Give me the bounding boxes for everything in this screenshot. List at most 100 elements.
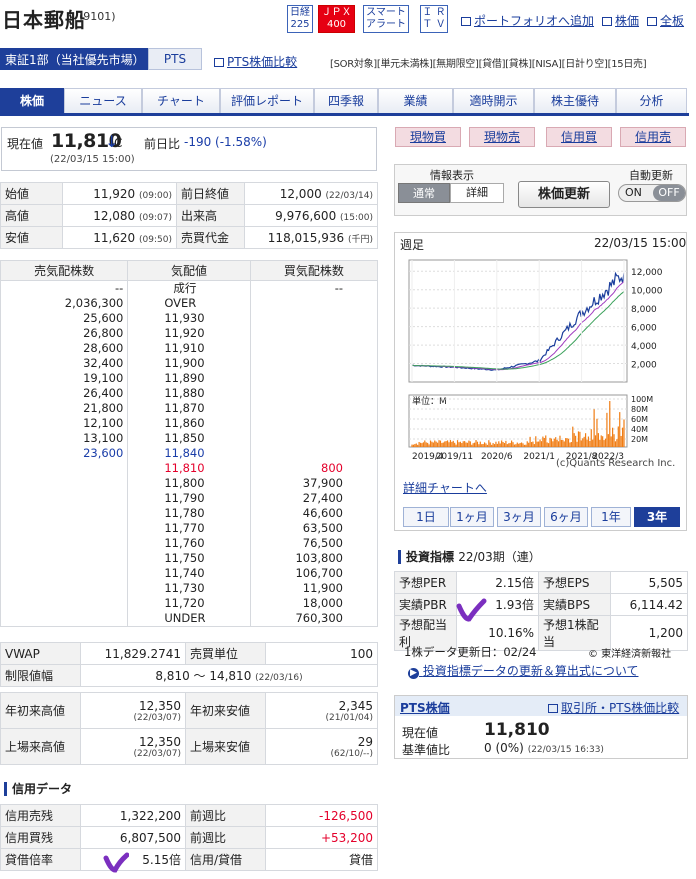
bid-qty bbox=[249, 446, 379, 461]
volume-bar bbox=[610, 436, 612, 447]
spot-buy-button[interactable]: 現物買 bbox=[395, 127, 461, 147]
pts-compare-link[interactable]: 取引所・PTS株価比較 bbox=[548, 699, 679, 716]
x-tick-label: 2019/11 bbox=[436, 452, 473, 462]
stat-number: 12,080 bbox=[93, 208, 136, 223]
period-button-0[interactable]: 1日 bbox=[403, 507, 449, 527]
volume-bar bbox=[565, 438, 567, 447]
ask-qty bbox=[0, 581, 129, 596]
volume-bar bbox=[469, 441, 471, 447]
add-portfolio-link[interactable]: ポートフォリオへ追加 bbox=[461, 12, 594, 29]
book-row: 11,780 46,600 bbox=[0, 506, 379, 521]
jpx400-button[interactable]: ＪＰＸ 400 bbox=[318, 5, 355, 33]
bid-qty: 37,900 bbox=[249, 476, 379, 491]
bid-qty: 76,500 bbox=[249, 536, 379, 551]
stat-time: (09:07) bbox=[139, 212, 172, 223]
pts-title-link[interactable]: PTS株価 bbox=[400, 699, 450, 716]
volume-bar bbox=[597, 433, 599, 447]
tab-1[interactable]: ニュース bbox=[64, 88, 142, 113]
detail-toggle[interactable]: 詳細 bbox=[450, 183, 504, 203]
margin-sell-button[interactable]: 信用売 bbox=[620, 127, 686, 147]
pts-compare-label: PTS株価比較 bbox=[227, 55, 298, 69]
pts-compare-link[interactable]: PTS株価比較 bbox=[214, 53, 297, 70]
volume-bar bbox=[429, 440, 432, 447]
y-tick-label: 2,000 bbox=[631, 361, 657, 371]
volume-bar bbox=[602, 436, 604, 447]
limit-value: 8,810 〜 14,810 bbox=[155, 669, 252, 683]
check-mark-icon bbox=[456, 598, 487, 622]
alert-label: アラート bbox=[366, 19, 406, 30]
volume-bar bbox=[424, 440, 426, 447]
price-chart[interactable]: 12,000 10,000 8,000 6,000 4,000 2,000 単位：M 100M… bbox=[407, 258, 685, 468]
jpx-num: 400 bbox=[326, 19, 347, 30]
volume-bar bbox=[468, 440, 470, 447]
chart-period: 週足 bbox=[400, 238, 425, 252]
volume-bar bbox=[549, 437, 551, 447]
normal-toggle[interactable]: 通常 bbox=[398, 183, 450, 203]
period-button-4[interactable]: 1年 bbox=[591, 507, 631, 527]
vwap-label: VWAP bbox=[0, 642, 81, 665]
ask-qty bbox=[0, 536, 129, 551]
ask-qty: 19,100 bbox=[0, 371, 129, 386]
stat-label: 安値 bbox=[0, 226, 63, 249]
irtv-button[interactable]: Ｉ ＲＴ Ｖ bbox=[420, 5, 448, 33]
book-row: 11,740 106,700 bbox=[0, 566, 379, 581]
limit-date: (22/03/16) bbox=[255, 673, 303, 683]
tab-4[interactable]: 四季報 bbox=[314, 88, 378, 113]
price-refresh-button[interactable]: 株価更新 bbox=[518, 181, 610, 208]
volume-bar bbox=[592, 439, 594, 447]
volume-bar bbox=[550, 438, 553, 447]
quote-price: 11,860 bbox=[127, 416, 251, 431]
volume-bar bbox=[510, 440, 513, 447]
invest-period: 22/03期（連） bbox=[458, 550, 541, 564]
volume-bar bbox=[529, 436, 531, 447]
chart-time: 22/03/15 15:00 bbox=[594, 236, 687, 250]
volume-bar bbox=[427, 442, 429, 447]
volume-bar bbox=[472, 443, 474, 447]
invest-note-link[interactable]: ▶ 投資指標データの更新＆算出式について bbox=[408, 662, 638, 679]
volume-bar bbox=[599, 439, 601, 447]
volume-bar bbox=[506, 444, 508, 447]
volume-bar bbox=[575, 435, 577, 447]
quote-price: 11,900 bbox=[127, 356, 251, 371]
period-button-3[interactable]: 6ヶ月 bbox=[544, 507, 588, 527]
ytd-date: (62/10/--) bbox=[330, 748, 374, 759]
invest-table: 予想PER 2.15倍 予想EPS 5,505 実績PBR 1.93倍 実績BPS 6,114… bbox=[394, 571, 688, 651]
ytd-label: 上場来安値 bbox=[185, 728, 266, 765]
tab-7[interactable]: 株主優待 bbox=[534, 88, 616, 113]
tab-0[interactable]: 株価 bbox=[0, 88, 64, 113]
market-tab-tse1[interactable]: 東証1部（当社優先市場） bbox=[0, 48, 148, 70]
smart-alert-button[interactable]: スマート アラート bbox=[363, 5, 409, 33]
limit-label: 制限値幅 bbox=[0, 664, 81, 687]
volume-bar bbox=[488, 440, 490, 447]
tab-3[interactable]: 評価レポート bbox=[220, 88, 314, 113]
volume-bar bbox=[464, 441, 466, 447]
tab-8[interactable]: 分析 bbox=[616, 88, 687, 113]
volume-bar bbox=[533, 444, 535, 447]
stat-label: 始値 bbox=[0, 182, 63, 205]
portfolio-label: ポートフォリオへ追加 bbox=[474, 14, 595, 28]
period-button-5[interactable]: 3年 bbox=[634, 507, 680, 527]
nikkei225-button[interactable]: 日経 225 bbox=[287, 5, 313, 33]
volume-bar bbox=[542, 436, 544, 447]
volume-bar bbox=[451, 441, 453, 447]
detail-chart-link[interactable]: 詳細チャートへ bbox=[403, 479, 487, 496]
period-button-1[interactable]: 1ヶ月 bbox=[450, 507, 494, 527]
volume-bar bbox=[560, 439, 562, 447]
tab-5[interactable]: 業績 bbox=[378, 88, 453, 113]
credit-value: -126,500 bbox=[265, 804, 378, 827]
tab-6[interactable]: 適時開示 bbox=[453, 88, 534, 113]
auto-update-switch[interactable]: ON OFF bbox=[618, 184, 686, 202]
tab-2[interactable]: チャート bbox=[142, 88, 220, 113]
zenban-link[interactable]: 全板 bbox=[647, 12, 684, 29]
volume-bar bbox=[596, 418, 598, 447]
volume-tick-label: 40M bbox=[631, 425, 648, 434]
kabuka-link[interactable]: 株価 bbox=[602, 12, 639, 29]
volume-unit-label: 単位：M bbox=[412, 395, 447, 407]
quote-price: 11,810 bbox=[127, 461, 251, 476]
volume-bar bbox=[454, 442, 456, 447]
window-icon bbox=[602, 17, 612, 26]
margin-buy-button[interactable]: 信用買 bbox=[546, 127, 612, 147]
period-button-2[interactable]: 3ヶ月 bbox=[497, 507, 541, 527]
spot-sell-button[interactable]: 現物売 bbox=[469, 127, 535, 147]
market-tab-pts[interactable]: PTS bbox=[148, 48, 202, 70]
